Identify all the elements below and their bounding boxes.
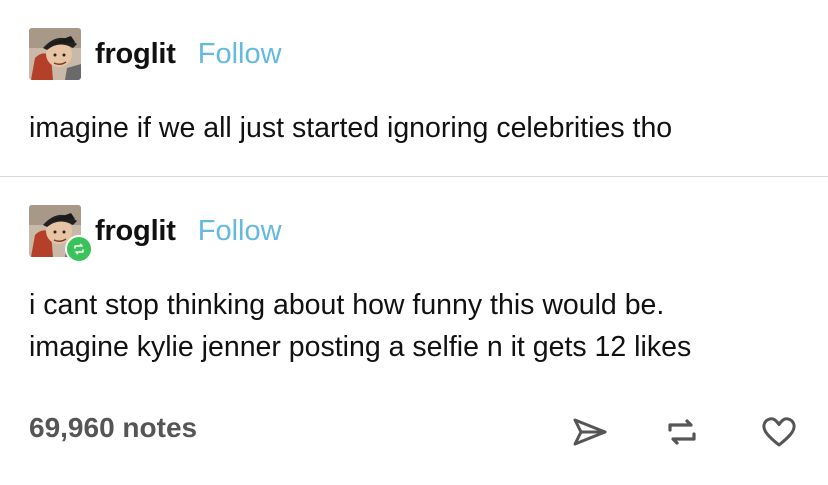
reblog-button[interactable] [662, 412, 702, 452]
follow-button[interactable]: Follow [198, 215, 282, 248]
like-button[interactable] [759, 412, 799, 452]
share-icon [573, 418, 607, 446]
reblog-icon [668, 419, 696, 445]
post-text: imagine if we all just started ignoring … [29, 112, 673, 144]
avatar-image [29, 28, 81, 80]
post-original: froglit Follow imagine if we all just st… [0, 0, 828, 176]
post-text: i cant stop thinking about how funny thi… [29, 284, 691, 368]
reblog-arrows-icon [74, 243, 84, 255]
post-header: froglit Follow [29, 205, 282, 263]
follow-button[interactable]: Follow [198, 38, 282, 71]
share-button[interactable] [570, 412, 610, 452]
avatar[interactable] [29, 28, 81, 80]
reblog-badge-icon [65, 235, 93, 263]
username[interactable]: froglit [95, 215, 176, 248]
username[interactable]: froglit [95, 38, 176, 71]
post-footer: 69,960 notes [0, 412, 828, 452]
post-header: froglit Follow [29, 28, 282, 80]
post-text-line-1: i cant stop thinking about how funny thi… [29, 289, 665, 321]
avatar[interactable] [29, 205, 93, 263]
heart-icon [762, 417, 796, 447]
post-text-line-2: imagine kylie jenner posting a selfie n … [29, 331, 692, 363]
notes-count[interactable]: 69,960 notes [29, 412, 197, 444]
